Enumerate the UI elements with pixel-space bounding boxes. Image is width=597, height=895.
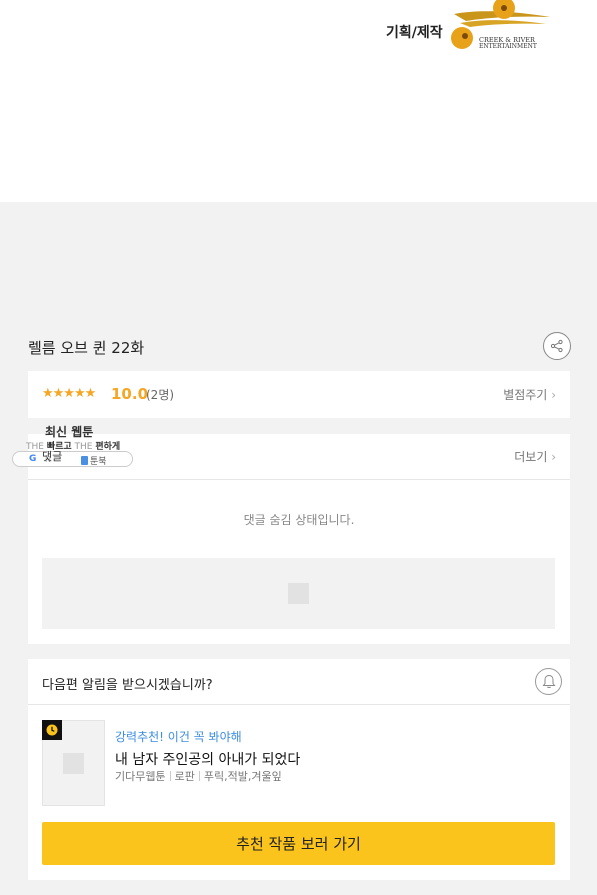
- chevron-right-icon: ›: [551, 450, 556, 464]
- meta-genre: 로판: [174, 770, 195, 783]
- comment-label: 댓글: [42, 450, 63, 463]
- promo-title: 최신 웹툰: [45, 425, 94, 439]
- recommend-title[interactable]: 내 남자 주인공의 아내가 되었다: [115, 749, 300, 769]
- notify-card: 다음편 알림을 받으시겠습니까? 강력추천! 이건 꼭 봐야해 내 남자 주인공…: [28, 659, 570, 880]
- clock-icon: [46, 724, 58, 736]
- notify-header: 다음편 알림을 받으시겠습니까?: [28, 659, 570, 705]
- svg-text:ENTERTAINMENT: ENTERTAINMENT: [479, 43, 537, 50]
- notify-question: 다음편 알림을 받으시겠습니까?: [42, 678, 213, 693]
- recommend-meta: 기다무웹툰 로판 푸릭,적발,겨울잎: [115, 768, 282, 784]
- ad-placeholder: [42, 558, 555, 629]
- image-placeholder-icon: [63, 753, 84, 774]
- notify-bell-button[interactable]: [535, 668, 562, 695]
- google-icon: G: [29, 454, 37, 464]
- chevron-right-icon: ›: [551, 388, 556, 402]
- rating-score: 10.0: [111, 385, 149, 403]
- episode-title-row: 렐름 오브 퀸 22화: [28, 332, 571, 360]
- comment-more-link[interactable]: 더보기 ›: [514, 448, 556, 465]
- meta-category: 기다무웹툰: [115, 770, 166, 783]
- rating-card: ★★★★★ 10.0 (2명) 별점주기 ›: [28, 371, 570, 418]
- image-placeholder-icon: [288, 583, 309, 604]
- book-icon: [81, 456, 88, 465]
- promo-pill[interactable]: G N 툰북: [12, 451, 133, 467]
- wait-free-badge: [42, 720, 62, 740]
- top-banner: 기획/제작 CREEK & RIVER ENTERTAINMENT: [0, 0, 597, 202]
- creek-river-logo: CREEK & RIVER ENTERTAINMENT: [451, 0, 550, 50]
- credit-label: 기획/제작: [386, 25, 443, 41]
- share-button[interactable]: [543, 332, 571, 360]
- rate-button[interactable]: 별점주기 ›: [503, 386, 556, 403]
- rating-count: (2명): [146, 388, 175, 402]
- comment-hidden-message: 댓글 숨김 상태입니다.: [243, 513, 355, 527]
- bell-icon: [542, 674, 555, 689]
- toonbook-label: 툰북: [90, 457, 107, 467]
- meta-authors: 푸릭,적발,겨울잎: [203, 770, 282, 783]
- episode-title: 렐름 오브 퀸 22화: [28, 339, 145, 357]
- rate-label: 별점주기: [503, 388, 548, 402]
- toonbook-link[interactable]: 툰북: [81, 454, 107, 467]
- share-icon: [550, 339, 563, 353]
- recommend-cta-button[interactable]: 추천 작품 보러 가기: [42, 822, 555, 865]
- more-label: 더보기: [514, 450, 548, 464]
- recommend-tag: 강력추천! 이건 꼭 봐야해: [115, 730, 242, 744]
- webtoon-promo-overlay[interactable]: 최신 웹툰 THE 빠르고 THE 편하게 G N 툰북 댓글: [12, 421, 136, 471]
- rating-stars: ★★★★★: [42, 386, 96, 401]
